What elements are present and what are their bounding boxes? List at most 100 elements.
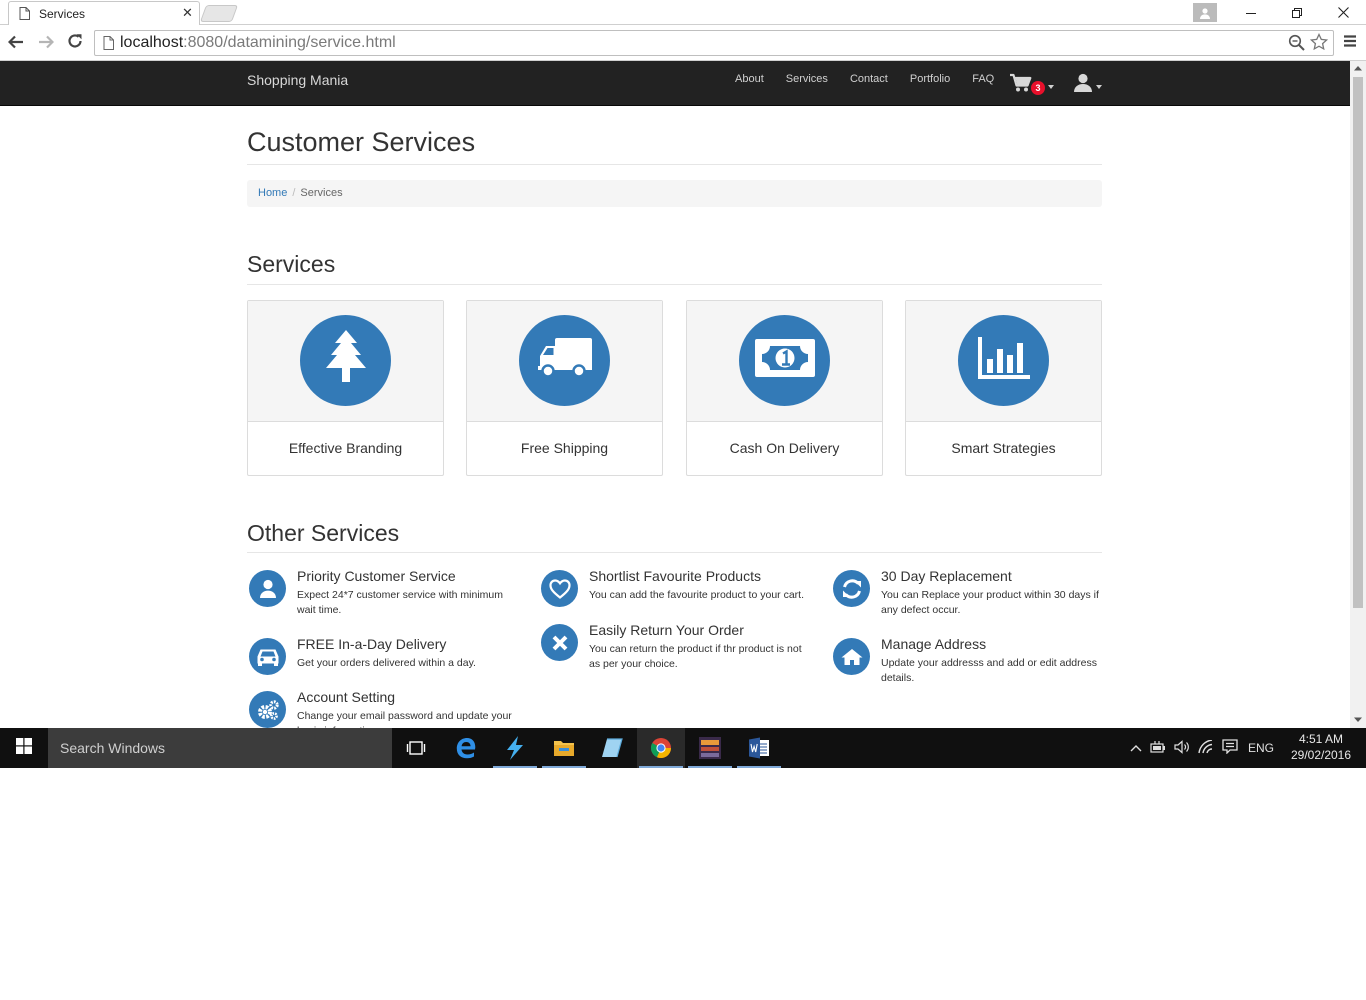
reload-icon[interactable] [67, 33, 83, 54]
chrome-icon[interactable] [637, 728, 685, 768]
bar-chart-icon [977, 337, 1030, 384]
list-item-text: You can Replace your product within 30 d… [881, 589, 1099, 616]
list-item-title: Shortlist Favourite Products [589, 568, 761, 584]
cogs-icon [249, 691, 286, 728]
system-tray: ENG [1130, 728, 1274, 768]
breadcrumb-separator: / [292, 187, 296, 199]
scroll-thumb[interactable] [1353, 77, 1363, 608]
nav-portfolio[interactable]: Portfolio [899, 61, 961, 106]
list-item-title: Manage Address [881, 636, 987, 652]
service-card-label: Cash On Delivery [729, 440, 840, 456]
user-icon[interactable] [1074, 73, 1092, 98]
service-card-strategies[interactable]: Smart Strategies [905, 300, 1102, 476]
page-viewport: Shopping Mania About Services Contact Po… [0, 61, 1350, 728]
truck-icon [537, 338, 592, 383]
running-indicator [542, 766, 586, 768]
nav-faq[interactable]: FAQ [961, 61, 1005, 106]
url-text[interactable]: localhost:8080/datamining/service.html [120, 34, 396, 52]
system-clock[interactable]: 4:51 AM 29/02/2016 [1284, 731, 1358, 763]
server-app-icon[interactable] [686, 728, 734, 768]
list-item-title: FREE In-a-Day Delivery [297, 636, 447, 652]
menu-icon[interactable] [1343, 34, 1357, 53]
nav-services[interactable]: Services [775, 61, 839, 106]
money-icon [754, 339, 815, 382]
breadcrumb-current: Services [300, 187, 343, 199]
browser-tab[interactable]: Services ✕ [8, 1, 200, 25]
user-caret-icon [1096, 85, 1102, 89]
url-path: :8080/datamining/service.html [183, 34, 396, 51]
zoom-icon[interactable] [1288, 34, 1305, 56]
list-item-title: 30 Day Replacement [881, 568, 1012, 584]
list-item-text: Get your orders delivered within a day. [297, 657, 476, 669]
page-icon [19, 7, 30, 25]
restore-button[interactable] [1274, 0, 1320, 25]
task-view-icon[interactable] [392, 728, 440, 768]
nav-contact[interactable]: Contact [839, 61, 899, 106]
service-card-label: Free Shipping [520, 440, 609, 456]
window-controls [1193, 0, 1366, 25]
windows-logo-icon [16, 737, 32, 759]
address-bar[interactable]: localhost:8080/datamining/service.html [94, 30, 1334, 56]
service-card-label: Smart Strategies [951, 440, 1056, 456]
list-item-text: Update your addresss and add or edit add… [881, 657, 1097, 684]
heart-icon [541, 570, 578, 607]
new-tab-button[interactable] [199, 5, 239, 22]
url-host: localhost [120, 34, 184, 51]
service-card-shipping[interactable]: Free Shipping [466, 300, 663, 476]
cart-icon[interactable] [1010, 73, 1032, 98]
nav-about[interactable]: About [724, 61, 775, 106]
tab-strip: Services ✕ [0, 0, 1366, 25]
clock-time: 4:51 AM [1298, 732, 1344, 746]
volume-icon[interactable] [1174, 739, 1190, 757]
notes-app-icon[interactable] [588, 728, 636, 768]
star-icon[interactable] [1309, 32, 1329, 56]
service-card-cod[interactable]: Cash On Delivery [686, 300, 883, 476]
running-indicator [737, 766, 781, 768]
service-icon-circle [519, 315, 610, 406]
edge-browser-icon[interactable] [442, 728, 490, 768]
back-arrow-icon[interactable] [7, 33, 24, 54]
scroll-up-icon[interactable] [1354, 64, 1362, 73]
home-icon [833, 638, 870, 675]
page-title: Customer Services [247, 127, 476, 157]
battery-icon[interactable] [1150, 740, 1166, 756]
profile-icon[interactable] [1193, 3, 1217, 22]
service-icon-circle [739, 315, 830, 406]
divider [247, 164, 1102, 165]
service-card-top [467, 301, 662, 422]
scroll-down-icon[interactable] [1354, 716, 1362, 725]
breadcrumb: Home / Services [247, 180, 1102, 207]
site-navbar: Shopping Mania About Services Contact Po… [0, 61, 1350, 106]
search-input[interactable]: Search Windows [48, 728, 392, 768]
divider [247, 284, 1102, 285]
other-services-heading: Other Services [247, 520, 400, 546]
page-scrollbar[interactable] [1350, 61, 1366, 728]
search-placeholder: Search Windows [60, 740, 166, 756]
list-item-title: Account Setting [297, 689, 396, 705]
service-icon-circle [300, 315, 391, 406]
list-item-text: Expect 24*7 customer service with minimu… [297, 589, 503, 616]
close-window-button[interactable] [1320, 0, 1366, 25]
close-tab-icon[interactable]: ✕ [182, 5, 193, 21]
minimize-button[interactable] [1228, 0, 1274, 25]
car-icon [249, 638, 286, 675]
file-explorer-icon[interactable] [540, 728, 588, 768]
cart-count-badge: 3 [1031, 81, 1045, 95]
start-button[interactable] [0, 728, 48, 768]
language-indicator[interactable]: ENG [1248, 741, 1274, 755]
clock-date: 29/02/2016 [1290, 748, 1352, 762]
service-card-branding[interactable]: Effective Branding [247, 300, 444, 476]
breadcrumb-home[interactable]: Home [258, 187, 287, 199]
divider [247, 552, 1102, 553]
lightning-app-icon[interactable] [491, 728, 539, 768]
chevron-up-icon[interactable] [1130, 741, 1142, 755]
notifications-icon[interactable] [1222, 739, 1238, 757]
service-card-top [248, 301, 443, 422]
user-icon [249, 570, 286, 607]
site-brand[interactable]: Shopping Mania [247, 72, 348, 88]
cart-caret-icon [1048, 85, 1054, 89]
wifi-icon[interactable] [1198, 738, 1214, 757]
word-icon[interactable] [735, 728, 783, 768]
refresh-icon [833, 570, 870, 607]
forward-arrow-icon[interactable] [38, 33, 55, 54]
